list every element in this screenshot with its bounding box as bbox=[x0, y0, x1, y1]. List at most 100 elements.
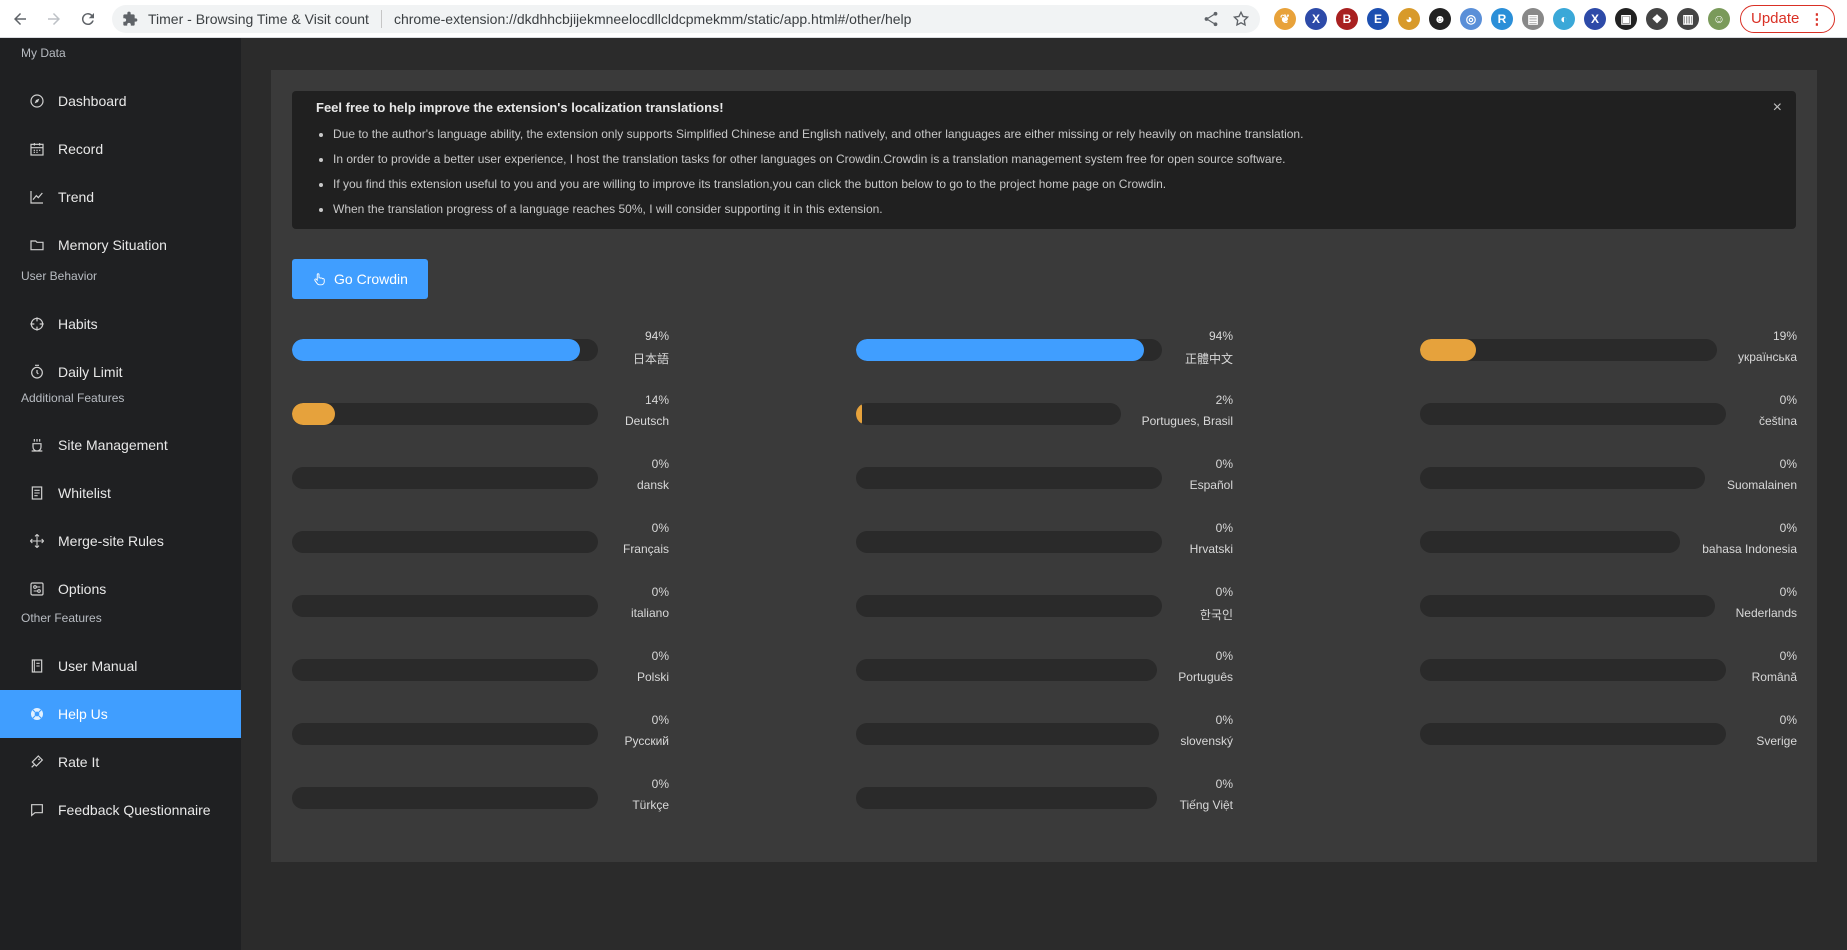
progress-percent: 0% bbox=[1779, 521, 1797, 535]
language-name: Tiếng Việt bbox=[1179, 798, 1233, 812]
progress-percent: 0% bbox=[651, 649, 669, 663]
language-name: Türkçe bbox=[632, 798, 669, 812]
language-name: dansk bbox=[636, 478, 669, 492]
progress-percent: 0% bbox=[1215, 777, 1233, 791]
language-name: slovenský bbox=[1180, 734, 1233, 748]
progress-percent: 19% bbox=[1772, 329, 1797, 343]
sidebar-item-feedback-questionnaire[interactable]: Feedback Questionnaire bbox=[0, 786, 241, 834]
sidebar-item-daily-limit[interactable]: Daily Limit bbox=[0, 348, 241, 396]
e-ext-icon[interactable]: E bbox=[1367, 7, 1389, 30]
sidebar-item-rate-it[interactable]: Rate It bbox=[0, 738, 241, 786]
sidebar-item-trend[interactable]: Trend bbox=[0, 173, 241, 221]
back-icon[interactable] bbox=[6, 5, 34, 33]
progress-percent: 0% bbox=[1215, 713, 1233, 727]
progress-fill bbox=[1420, 339, 1477, 361]
language-name: Русский bbox=[624, 734, 669, 748]
share-icon[interactable] bbox=[1202, 10, 1220, 28]
progress-percent: 0% bbox=[651, 713, 669, 727]
x2-ext-icon[interactable]: X bbox=[1584, 7, 1606, 30]
language-name: 正體中文 bbox=[1184, 352, 1233, 366]
progress-track bbox=[856, 659, 1157, 681]
sidebar-item-site-management[interactable]: Site Management bbox=[0, 421, 241, 469]
bookmark-star-icon[interactable] bbox=[1232, 10, 1250, 28]
alert-list: Due to the author's language ability, th… bbox=[316, 122, 1772, 222]
progress-track bbox=[292, 659, 598, 681]
language-name: Sverige bbox=[1756, 734, 1797, 748]
b-ext-icon[interactable]: B bbox=[1336, 7, 1358, 30]
update-label: Update bbox=[1751, 10, 1800, 27]
sidebar-item-help-us[interactable]: Help Us bbox=[0, 690, 241, 738]
forward-icon[interactable] bbox=[40, 5, 68, 33]
sidebar-item-dashboard[interactable]: Dashboard bbox=[0, 77, 241, 125]
puzzle-ext-icon[interactable]: ❖ bbox=[1646, 7, 1668, 30]
sidebar-item-whitelist[interactable]: Whitelist bbox=[0, 469, 241, 517]
sidebar-item-label: Rate It bbox=[58, 754, 100, 770]
sidebar-item-label: Whitelist bbox=[58, 485, 111, 501]
medal-icon bbox=[28, 753, 46, 771]
page-title-chip: Timer - Browsing Time & Visit count bbox=[148, 10, 369, 27]
language-progress: 0% dansk bbox=[292, 457, 669, 497]
language-name: italiano bbox=[630, 606, 669, 620]
pie-ext-icon[interactable]: ◕ bbox=[1398, 7, 1420, 30]
update-button[interactable]: Update ⋮ bbox=[1740, 4, 1836, 33]
reload-icon[interactable] bbox=[74, 5, 102, 33]
progress-track bbox=[292, 339, 598, 361]
avatar-ext-icon[interactable]: ☺ bbox=[1708, 7, 1730, 30]
language-progress: 0% slovenský bbox=[856, 713, 1233, 753]
setting-icon bbox=[28, 580, 46, 598]
compass-icon bbox=[28, 92, 46, 110]
menu-group-title: My Data bbox=[21, 46, 66, 60]
x-ext-icon[interactable]: X bbox=[1305, 7, 1327, 30]
sidebar-item-memory-situation[interactable]: Memory Situation bbox=[0, 221, 241, 269]
leaf-ext-icon[interactable]: ❦ bbox=[1274, 7, 1296, 30]
progress-track bbox=[1420, 339, 1717, 361]
address-bar[interactable]: Timer - Browsing Time & Visit count chro… bbox=[112, 4, 1260, 33]
language-progress: 0% čeština bbox=[1420, 393, 1797, 433]
language-progress: 0% Polski bbox=[292, 649, 669, 689]
progress-track bbox=[292, 467, 598, 489]
go-crowdin-button[interactable]: Go Crowdin bbox=[292, 259, 428, 299]
progress-percent: 94% bbox=[1208, 329, 1233, 343]
language-name: Español bbox=[1189, 478, 1233, 492]
progress-track bbox=[856, 595, 1162, 617]
language-progress: 14% Deutsch bbox=[292, 393, 669, 433]
aim-icon bbox=[28, 315, 46, 333]
sidebar-item-habits[interactable]: Habits bbox=[0, 300, 241, 348]
sidebar-item-label: User Manual bbox=[58, 658, 138, 674]
folder-icon bbox=[28, 236, 46, 254]
progress-track bbox=[292, 595, 598, 617]
language-progress: 0% Français bbox=[292, 521, 669, 561]
progress-fill bbox=[856, 339, 1144, 361]
language-name: Français bbox=[622, 542, 669, 556]
earth-ext-icon[interactable]: ◐ bbox=[1553, 7, 1575, 30]
main-content: Feel free to help improve the extension'… bbox=[241, 38, 1847, 950]
sidebar-item-merge-site-rules[interactable]: Merge-site Rules bbox=[0, 517, 241, 565]
sidebar-item-record[interactable]: Record bbox=[0, 125, 241, 173]
language-progress: 0% Русский bbox=[292, 713, 669, 753]
progress-track bbox=[1420, 659, 1726, 681]
url-text[interactable]: chrome-extension://dkdhhcbjijekmneelocdl… bbox=[394, 11, 1190, 27]
progress-track bbox=[292, 787, 598, 809]
timer-ext-icon[interactable]: ▣ bbox=[1615, 7, 1637, 30]
globe-ext-icon[interactable]: ◎ bbox=[1460, 7, 1482, 30]
language-name: Portugues, Brasil bbox=[1141, 414, 1233, 428]
progress-percent: 0% bbox=[1779, 457, 1797, 471]
window-ext-icon[interactable]: ▤ bbox=[1522, 7, 1544, 30]
progress-percent: 0% bbox=[1215, 649, 1233, 663]
progress-percent: 0% bbox=[1779, 585, 1797, 599]
close-icon[interactable]: × bbox=[1773, 99, 1782, 117]
sidepanel-ext-icon[interactable]: ▥ bbox=[1677, 7, 1699, 30]
sidebar-item-options[interactable]: Options bbox=[0, 565, 241, 613]
face-ext-icon[interactable]: ☻ bbox=[1429, 7, 1451, 30]
progress-percent: 0% bbox=[651, 777, 669, 791]
language-name: Hrvatski bbox=[1189, 542, 1233, 556]
omnibox-divider bbox=[380, 9, 382, 28]
progress-track bbox=[292, 531, 598, 553]
r-ext-icon[interactable]: R bbox=[1491, 7, 1513, 30]
help-icon bbox=[28, 705, 46, 723]
sidebar-item-user-manual[interactable]: User Manual bbox=[0, 642, 241, 690]
progress-fill bbox=[292, 339, 580, 361]
progress-percent: 94% bbox=[644, 329, 669, 343]
progress-percent: 0% bbox=[1215, 457, 1233, 471]
language-name: Português bbox=[1178, 670, 1233, 684]
